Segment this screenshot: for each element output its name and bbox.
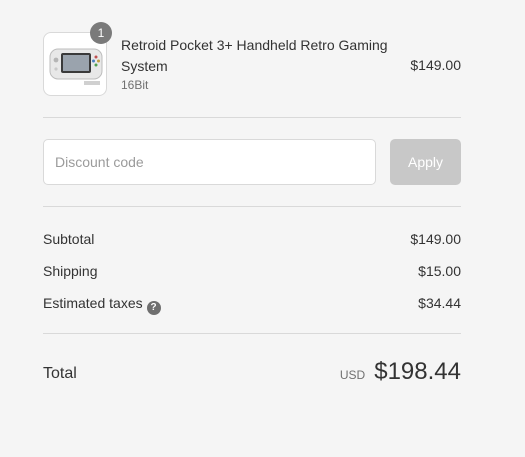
estimated-taxes-row: Estimated taxes? [43,295,161,315]
estimated-taxes-label: Estimated taxes [43,295,143,311]
discount-code-input[interactable] [43,139,376,185]
currency-code: USD [339,368,366,382]
subtotal-value: $149.00 [410,231,461,247]
divider [43,333,461,334]
total-amount: $198.44 [374,358,461,385]
shipping-value: $15.00 [418,263,461,279]
shipping-label: Shipping [43,263,98,279]
product-title: Retroid Pocket 3+ Handheld Retro Gaming … [121,37,388,74]
subtotal-label: Subtotal [43,231,95,247]
product-variant: 16Bit [121,78,149,92]
divider [43,117,461,118]
divider [43,206,461,207]
help-icon[interactable]: ? [146,301,161,315]
quantity-badge: 1 [90,22,112,44]
handheld-console-icon [49,48,103,85]
estimated-taxes-value: $34.44 [418,295,461,311]
order-summary: 1 Retroid Pocket 3+ Handheld Retro Gamin… [0,0,525,457]
apply-discount-button[interactable]: Apply [390,139,461,185]
total-amount-group: USD $198.44 [340,358,461,386]
total-label: Total [43,365,77,382]
product-price: $149.00 [410,57,461,73]
